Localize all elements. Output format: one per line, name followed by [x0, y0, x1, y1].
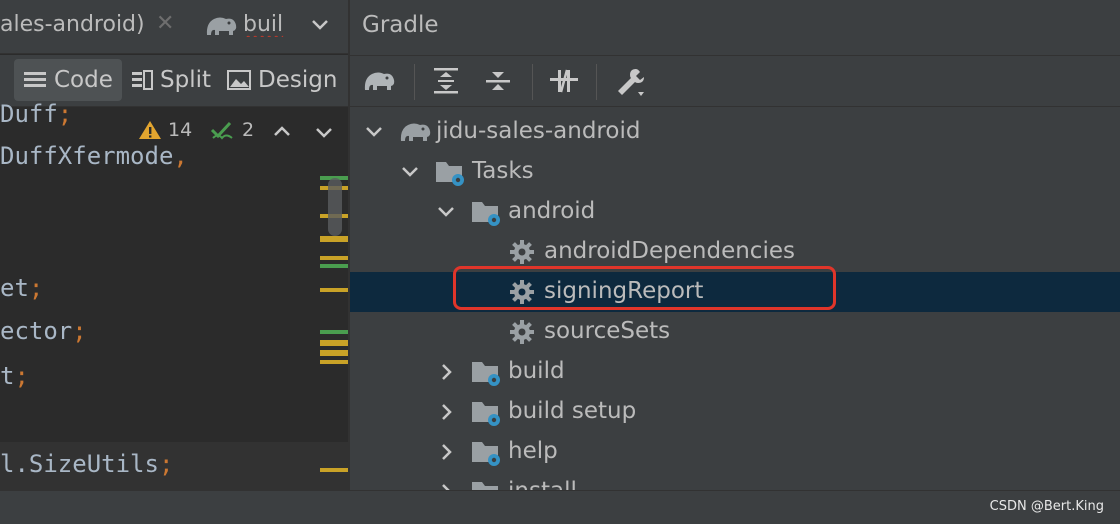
- stripe-mark[interactable]: [320, 330, 348, 334]
- chevron-down-icon[interactable]: [436, 202, 456, 226]
- folder-gear-icon: [470, 438, 504, 472]
- editor-scrollbar[interactable]: [328, 178, 342, 236]
- stripe-mark[interactable]: [320, 350, 348, 356]
- code-punct: ;: [72, 317, 87, 345]
- code-punct: ;: [14, 362, 29, 390]
- tree-item-label: help: [508, 438, 558, 464]
- stripe-mark[interactable]: [320, 360, 348, 364]
- gradle-toolbar: [350, 55, 1120, 107]
- code-text: DuffXfermode: [0, 142, 174, 170]
- tree-item-label: build: [508, 358, 565, 384]
- stripe-mark[interactable]: [320, 256, 348, 260]
- expand-all-icon[interactable]: [432, 66, 460, 100]
- tree-item-build[interactable]: build: [350, 352, 1120, 392]
- chevron-down-icon[interactable]: [309, 14, 331, 40]
- editor-tab-bar: ales-android) ✕ buil: [0, 0, 348, 54]
- stripe-mark[interactable]: [320, 468, 348, 472]
- tree-item-android[interactable]: android: [350, 192, 1120, 232]
- tree-item-label: jidu-sales-android: [436, 118, 641, 144]
- gradle-elephant-icon[interactable]: [362, 66, 396, 100]
- code-line-4: ector;: [0, 317, 87, 345]
- chevron-right-icon[interactable]: [436, 362, 456, 386]
- tree-item-label: Tasks: [472, 158, 534, 184]
- chevron-up-icon[interactable]: [272, 121, 292, 145]
- tree-item-tasks[interactable]: Tasks: [350, 152, 1120, 192]
- watermark: CSDN @Bert.King: [989, 499, 1104, 514]
- tree-item-help[interactable]: help: [350, 432, 1120, 472]
- warnings-count: 14: [168, 119, 193, 141]
- tree-item-label: android: [508, 198, 596, 224]
- gradle-tool-window: Gradle jidu-sales-android Tasks android …: [350, 0, 1120, 490]
- tree-item-label: install: [508, 478, 577, 490]
- gradle-elephant-icon: [398, 118, 432, 150]
- stripe-mark[interactable]: [320, 288, 348, 292]
- split-view-button[interactable]: Split: [130, 59, 220, 101]
- tree-item-build-setup[interactable]: build setup: [350, 392, 1120, 432]
- editor-tab-build[interactable]: buil: [243, 12, 289, 37]
- split-icon: [132, 70, 153, 90]
- stripe-mark[interactable]: [320, 340, 348, 346]
- design-view-label: Design: [258, 67, 338, 93]
- collapse-all-icon[interactable]: [484, 66, 512, 100]
- chevron-down-icon[interactable]: [364, 122, 384, 146]
- chevron-down-icon[interactable]: [400, 162, 420, 186]
- lines-icon: [24, 72, 46, 87]
- checks-count: 2: [242, 119, 255, 141]
- gradle-elephant-icon: [204, 13, 238, 43]
- wrench-settings-icon[interactable]: [614, 66, 648, 102]
- chevron-down-icon[interactable]: [314, 123, 334, 147]
- code-line-5: t;: [0, 362, 29, 390]
- tree-item-install[interactable]: install: [350, 472, 1120, 490]
- folder-gear-icon: [470, 398, 504, 432]
- gradle-title: Gradle: [362, 12, 439, 38]
- code-text: l.SizeUtils: [0, 450, 159, 478]
- code-line-2: DuffXfermode,: [0, 142, 188, 170]
- editor-tab-layout[interactable]: ales-android): [0, 12, 145, 37]
- tree-item-label: build setup: [508, 398, 637, 424]
- double-check-icon: [210, 121, 233, 140]
- code-view-label: Code: [54, 67, 113, 93]
- chevron-right-icon[interactable]: [436, 402, 456, 426]
- code-text: t: [0, 362, 15, 390]
- warnings-indicator[interactable]: 14: [138, 119, 192, 141]
- toolbar-separator: [414, 64, 415, 100]
- checks-indicator[interactable]: 2: [210, 119, 254, 141]
- close-icon[interactable]: ✕: [156, 11, 174, 36]
- code-punct: ,: [173, 142, 188, 170]
- toolbar-separator: [596, 64, 597, 100]
- editor-pane: ales-android) ✕ buil Code Split Design D…: [0, 0, 348, 490]
- code-punct: ;: [158, 450, 174, 478]
- toolbar-separator: [532, 64, 533, 100]
- chevron-right-icon[interactable]: [436, 442, 456, 466]
- design-view-button[interactable]: Design: [226, 59, 346, 101]
- stripe-mark[interactable]: [320, 236, 348, 242]
- stripe-mark[interactable]: [320, 264, 348, 268]
- toggle-offline-icon[interactable]: [548, 66, 580, 100]
- code-text: et: [0, 274, 29, 302]
- tree-item-label: sourceSets: [544, 318, 671, 344]
- tree-item-label: androidDependencies: [544, 238, 795, 264]
- tree-item-project[interactable]: jidu-sales-android: [350, 112, 1120, 152]
- folder-gear-icon: [470, 198, 504, 232]
- code-punct: ;: [28, 274, 44, 302]
- code-line-6: l.SizeUtils;: [0, 450, 173, 478]
- folder-gear-icon: [434, 158, 468, 192]
- code-text: ector: [0, 317, 73, 345]
- folder-gear-icon: [470, 358, 504, 392]
- split-view-label: Split: [160, 67, 211, 93]
- annotation-highlight-box: [453, 266, 836, 310]
- code-view-button[interactable]: Code: [14, 59, 122, 101]
- status-bar: CSDN @Bert.King: [0, 490, 1120, 524]
- tree-item-source-sets[interactable]: sourceSets: [350, 312, 1120, 352]
- warning-icon: [139, 121, 161, 139]
- image-icon: [227, 70, 251, 90]
- folder-gear-icon: [470, 478, 504, 490]
- code-line-3: et;: [0, 274, 43, 302]
- gear-icon: [508, 318, 536, 350]
- chevron-right-icon[interactable]: [436, 482, 456, 490]
